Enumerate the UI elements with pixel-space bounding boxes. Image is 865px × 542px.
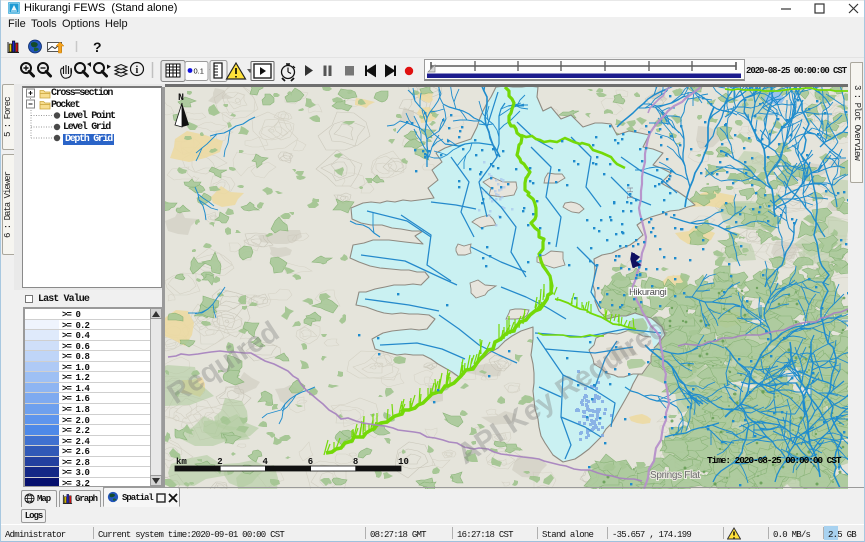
svg-text:H 1: H 1	[625, 187, 634, 200]
svg-text:km: km	[176, 457, 187, 467]
svg-text:4: 4	[263, 457, 269, 467]
svg-text:2: 2	[217, 457, 222, 467]
svg-text:i: i	[136, 65, 139, 76]
svg-text:Time: 2020-08-25 00:00:00 CST: Time: 2020-08-25 00:00:00 CST	[707, 455, 842, 466]
svg-text:6: 6	[308, 457, 313, 467]
svg-text:0.1: 0.1	[194, 67, 204, 76]
svg-text:Springs Flat: Springs Flat	[650, 470, 700, 481]
svg-text:8: 8	[353, 457, 358, 467]
svg-text:N: N	[178, 93, 184, 104]
svg-text:?: ?	[93, 39, 102, 54]
svg-text:Hikurangi: Hikurangi	[629, 287, 667, 298]
svg-text:10: 10	[398, 457, 409, 467]
